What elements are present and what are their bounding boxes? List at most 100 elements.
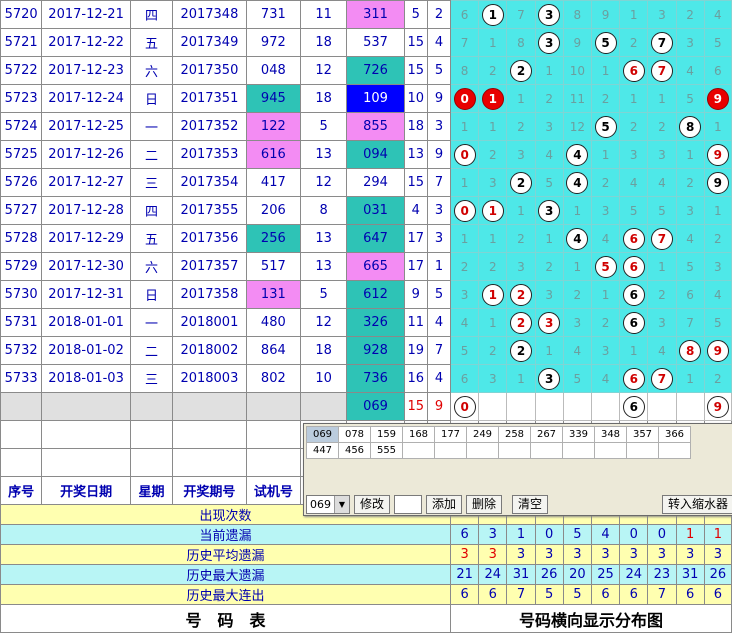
code-item[interactable] <box>402 442 435 459</box>
code-item[interactable]: 447 <box>306 442 339 459</box>
code-select[interactable]: 069 ▼ <box>306 495 350 514</box>
trial-cell: 109 <box>346 84 405 113</box>
stat-value: 25 <box>590 564 621 585</box>
empty-cell <box>245 448 302 477</box>
code-item[interactable]: 267 <box>530 426 563 443</box>
span-cell: 17 <box>403 252 428 281</box>
code-item[interactable] <box>658 442 691 459</box>
table-row: 5725 2017-12-26 二 2017353 616 13 094 13 9 0 2 3 4 4 1 3… <box>0 140 732 169</box>
dist-cell-1: 1 <box>478 84 508 113</box>
k-cell: 5 <box>426 56 452 85</box>
predict-span: 15 <box>403 392 428 421</box>
sum-cell: 18 <box>300 84 348 113</box>
week-cell: 三 <box>129 168 174 197</box>
dist-cell-1: 2 <box>478 336 508 365</box>
sum-cell: 12 <box>300 56 348 85</box>
issue-cell: 2017355 <box>172 196 247 225</box>
dist-cell-2: 2 <box>506 308 536 337</box>
stat-value: 4 <box>590 524 621 545</box>
header-date: 开奖日期 <box>41 476 131 505</box>
ball-icon: 6 <box>622 255 645 278</box>
dist-cell-6: 3 <box>619 140 649 169</box>
code-item[interactable]: 069 <box>306 426 339 443</box>
code-item[interactable] <box>626 442 659 459</box>
code-item[interactable]: 078 <box>338 426 371 443</box>
code-item[interactable]: 339 <box>562 426 595 443</box>
code-item[interactable] <box>434 442 467 459</box>
code-item[interactable] <box>530 442 563 459</box>
code-item[interactable]: 168 <box>402 426 435 443</box>
dist-cell-7: 4 <box>647 336 677 365</box>
empty-cell <box>41 420 131 449</box>
span-cell: 11 <box>403 308 428 337</box>
dist-cell-6: 1 <box>619 0 649 29</box>
issue-cell: 2017353 <box>172 140 247 169</box>
span-cell: 9 <box>403 280 428 309</box>
dist-cell-3: 3 <box>534 196 564 225</box>
dist-cell-9: 9 <box>703 84 732 113</box>
trial-cell: 928 <box>346 336 405 365</box>
ball-icon: 0 <box>453 143 476 166</box>
stat-label: 当前遗漏 <box>0 524 452 545</box>
modify-button[interactable]: 修改 <box>354 495 391 514</box>
code-item[interactable] <box>562 442 595 459</box>
code-item[interactable]: 456 <box>338 442 371 459</box>
clear-button[interactable]: 清空 <box>512 495 549 514</box>
dist-cell-8: 2 <box>675 168 705 197</box>
ball-icon: 9 <box>706 339 729 362</box>
dist-cell-1: 1 <box>478 308 508 337</box>
dist-cell-6: 6 <box>619 252 649 281</box>
code-input[interactable] <box>394 495 423 514</box>
footer-row: 号 码 表号码横向显示分布图 <box>0 604 732 633</box>
issue-cell: 2017352 <box>172 112 247 141</box>
add-button[interactable]: 添加 <box>426 495 463 514</box>
code-item[interactable]: 159 <box>370 426 403 443</box>
week-cell: 日 <box>129 84 174 113</box>
dist-cell-3: 2 <box>534 84 564 113</box>
dist-cell-1: 2 <box>478 140 508 169</box>
code-item[interactable]: 366 <box>658 426 691 443</box>
dist-cell-7: 4 <box>647 168 677 197</box>
code-item[interactable]: 249 <box>466 426 499 443</box>
stat-value: 5 <box>562 584 592 605</box>
code-item[interactable]: 177 <box>434 426 467 443</box>
predict-k: 9 <box>426 392 452 421</box>
week-cell: 六 <box>129 252 174 281</box>
code-item[interactable]: 258 <box>498 426 531 443</box>
table-row: 5731 2018-01-01 一 2018001 480 12 326 11 4 4 1 2 3 3 2 6… <box>0 308 732 337</box>
code-item[interactable] <box>498 442 531 459</box>
dist-cell-3: 3 <box>534 280 564 309</box>
dist-cell-1 <box>478 392 508 421</box>
dist-cell-8: 4 <box>675 56 705 85</box>
dist-cell-4: 1 <box>562 252 592 281</box>
dist-cell-8: 5 <box>675 84 705 113</box>
table-row: 5726 2017-12-27 三 2017354 417 12 294 15 7 1 3 2 5 4 2 4… <box>0 168 732 197</box>
header-seq: 序号 <box>0 476 43 505</box>
code-item[interactable]: 357 <box>626 426 659 443</box>
dist-cell-2: 2 <box>506 224 536 253</box>
chevron-down-icon[interactable]: ▼ <box>334 496 349 513</box>
span-cell: 17 <box>403 224 428 253</box>
sum-cell: 12 <box>300 168 348 197</box>
code-item[interactable] <box>466 442 499 459</box>
dist-cell-8: 8 <box>675 112 705 141</box>
sum-cell: 18 <box>300 336 348 365</box>
dist-cell-5: 4 <box>590 364 621 393</box>
dist-cell-7 <box>647 392 677 421</box>
span-cell: 16 <box>403 364 428 393</box>
date-cell: 2017-12-29 <box>41 224 131 253</box>
week-cell: 二 <box>129 336 174 365</box>
dist-cell-3: 1 <box>534 336 564 365</box>
prize-cell: 517 <box>245 252 302 281</box>
transfer-button[interactable]: 转入缩水器 <box>661 495 732 514</box>
k-cell: 4 <box>426 308 452 337</box>
code-item[interactable] <box>594 442 627 459</box>
week-cell: 五 <box>129 224 174 253</box>
delete-button[interactable]: 删除 <box>466 495 503 514</box>
ball-icon: 4 <box>566 171 589 194</box>
ball-icon: 6 <box>622 283 645 306</box>
dist-cell-5: 3 <box>590 336 621 365</box>
ball-icon: 7 <box>650 367 673 390</box>
code-item[interactable]: 555 <box>370 442 403 459</box>
code-item[interactable]: 348 <box>594 426 627 443</box>
